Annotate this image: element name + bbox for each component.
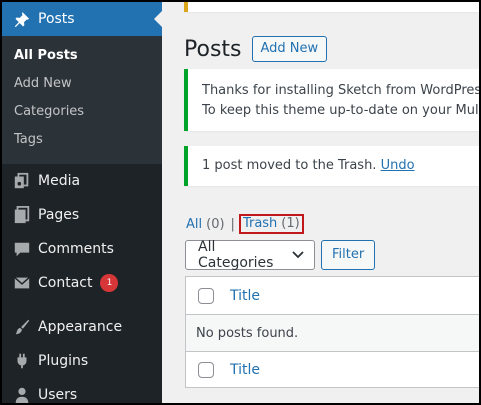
plug-icon [12,351,32,371]
chevron-down-icon [292,247,304,263]
select-all-checkbox[interactable] [198,287,214,304]
posts-table: Title No posts found. Title [185,276,479,388]
filter-trash-count: (1) [281,216,300,231]
speech-bubble-icon [12,239,32,259]
submenu-categories[interactable]: Categories [2,98,162,126]
posts-submenu: All Posts Add New Categories Tags [2,36,162,164]
sidebar-item-label: Appearance [38,319,123,335]
admin-sidebar: Posts All Posts Add New Categories Tags … [2,2,162,403]
submenu-tags[interactable]: Tags [2,126,162,154]
notification-badge: 1 [100,274,119,292]
media-icon [12,171,32,191]
notice-text-line-1: Thanks for installing Sketch from WordPr… [202,83,479,98]
sidebar-item-comments[interactable]: Comments [2,232,162,266]
submenu-all-posts[interactable]: All Posts [2,42,162,70]
table-header-row: Title [186,277,479,315]
status-filter-links: All (0) | Trash (1) [186,214,304,234]
empty-message: No posts found. [196,325,299,341]
envelope-icon [12,273,32,293]
notice-text-line-2: To keep this theme up-to-date on your Mu… [202,103,479,118]
sidebar-item-label: Media [38,173,81,189]
sidebar-item-label: Pages [38,207,80,223]
title-row: Posts Add New [184,36,328,62]
sidebar-item-label: Users [38,387,78,403]
undo-link[interactable]: Undo [381,158,415,173]
sidebar-item-plugins[interactable]: Plugins [2,344,162,378]
table-footer-row: Title [186,351,479,387]
title-column-footer[interactable]: Title [230,362,260,378]
main-content: Posts Add New Thanks for installing Sket… [162,2,479,403]
filter-all-count: (0) [206,216,225,232]
category-select[interactable]: All Categories [185,239,315,271]
sidebar-item-posts[interactable]: Posts [2,2,162,36]
select-all-checkbox-footer[interactable] [198,361,214,378]
category-select-value: All Categories [198,239,274,271]
sidebar-item-label: Posts [38,11,75,27]
empty-table-row: No posts found. [186,315,479,351]
user-icon [12,385,32,403]
paintbrush-icon [12,317,32,337]
submenu-add-new[interactable]: Add New [2,70,162,98]
sidebar-item-label: Comments [38,241,114,257]
filter-button[interactable]: Filter [321,240,376,270]
notice-message: 1 post moved to the Trash. [202,158,377,173]
sidebar-item-users[interactable]: Users [2,378,162,403]
sidebar-item-label: Plugins [38,353,89,369]
add-new-button[interactable]: Add New [251,36,328,62]
menu-separator [2,300,162,310]
theme-install-notice: Thanks for installing Sketch from WordPr… [184,69,479,131]
top-notice [184,2,479,12]
filter-separator: | [230,216,235,232]
sidebar-item-pages[interactable]: Pages [2,198,162,232]
pages-icon [12,205,32,225]
sidebar-item-appearance[interactable]: Appearance [2,310,162,344]
trash-notice: 1 post moved to the Trash. Undo [184,146,479,186]
sidebar-item-contact[interactable]: Contact 1 [2,266,162,300]
page-title: Posts [184,36,242,62]
title-column-header[interactable]: Title [230,288,260,304]
filter-bar: All Categories Filter [185,239,376,271]
sidebar-item-media[interactable]: Media [2,164,162,198]
filter-all-link[interactable]: All [186,217,202,232]
trash-highlight-box: Trash (1) [238,214,304,234]
filter-trash-link[interactable]: Trash [243,216,277,232]
sidebar-item-label: Contact [38,275,93,291]
pushpin-icon [12,9,32,29]
